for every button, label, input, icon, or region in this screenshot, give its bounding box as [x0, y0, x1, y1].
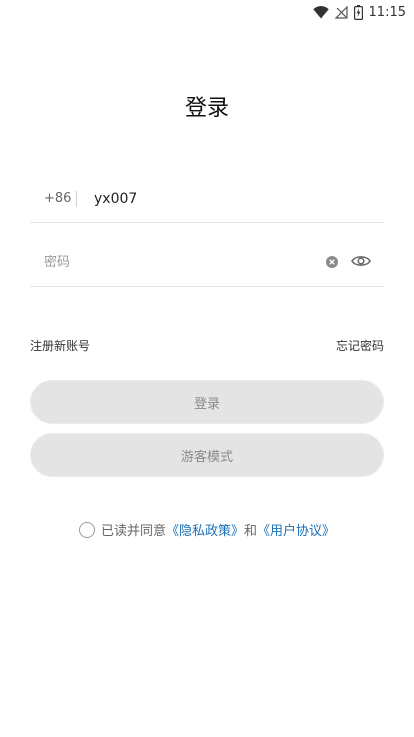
- status-time: 11:15: [368, 4, 406, 20]
- user-agreement-link[interactable]: 《用户协议》: [257, 520, 335, 539]
- phone-input[interactable]: [94, 190, 314, 207]
- phone-field: +86: [30, 175, 384, 223]
- guest-mode-button[interactable]: 游客模式: [30, 433, 384, 477]
- login-button[interactable]: 登录: [30, 380, 384, 424]
- country-code-selector[interactable]: +86: [44, 191, 76, 206]
- link-row: 注册新账号 忘记密码: [30, 337, 384, 354]
- code-divider: [76, 190, 77, 207]
- no-signal-icon: [334, 5, 348, 19]
- agreement-row: 已读并同意 《隐私政策》 和 《用户协议》: [0, 520, 414, 539]
- agreement-checkbox[interactable]: [78, 521, 95, 538]
- clear-icon[interactable]: [326, 256, 338, 268]
- status-icons: 11:15: [312, 3, 406, 21]
- page-title: 登录: [184, 96, 229, 121]
- register-link[interactable]: 注册新账号: [30, 337, 90, 354]
- privacy-policy-link[interactable]: 《隐私政策》: [166, 520, 244, 539]
- battery-charging-icon: [353, 4, 363, 20]
- forgot-password-link[interactable]: 忘记密码: [336, 337, 384, 354]
- password-field: [30, 238, 384, 287]
- status-bar: 11:15: [0, 0, 414, 24]
- eye-icon[interactable]: [351, 253, 371, 269]
- agreement-middle: 和: [244, 524, 258, 539]
- agreement-prefix: 已读并同意: [100, 524, 166, 539]
- password-input[interactable]: [44, 254, 304, 270]
- wifi-icon: [312, 5, 329, 18]
